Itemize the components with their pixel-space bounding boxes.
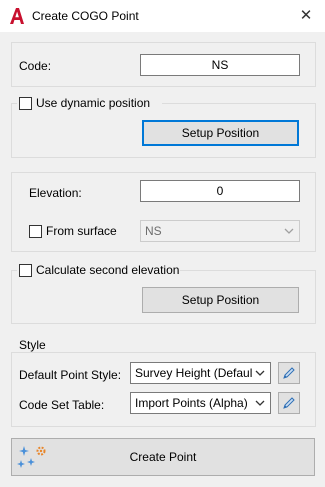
default-point-style-value: Survey Height (Default) xyxy=(135,366,252,380)
use-dynamic-position-label: Use dynamic position xyxy=(36,96,151,110)
chevron-down-icon xyxy=(253,395,267,411)
chevron-down-icon xyxy=(282,223,296,239)
create-point-label: Create Point xyxy=(129,450,197,464)
close-button[interactable]: ✕ xyxy=(292,4,320,28)
default-point-style-label: Default Point Style: xyxy=(19,368,122,382)
elevation-input[interactable]: 0 xyxy=(140,180,300,202)
pencil-icon xyxy=(283,367,295,379)
default-point-style-select[interactable]: Survey Height (Default) xyxy=(130,362,271,384)
pencil-icon xyxy=(283,397,295,409)
autocad-app-icon xyxy=(9,7,25,25)
elevation-label: Elevation: xyxy=(29,186,82,200)
setup-position-button-2[interactable]: Setup Position xyxy=(142,287,299,313)
code-label: Code: xyxy=(19,59,52,73)
edit-code-set-button[interactable] xyxy=(278,392,300,414)
code-set-table-select[interactable]: Import Points (Alpha) xyxy=(130,392,271,414)
calculate-second-elevation-label: Calculate second elevation xyxy=(36,263,180,277)
from-surface-label: From surface xyxy=(46,224,117,238)
close-icon: ✕ xyxy=(299,7,313,24)
title-bar: Create COGO Point ✕ xyxy=(0,0,325,32)
chevron-down-icon xyxy=(253,365,267,381)
code-set-table-label: Code Set Table: xyxy=(19,398,105,412)
surface-select[interactable]: NS xyxy=(140,220,300,242)
from-surface-checkbox[interactable] xyxy=(29,225,42,238)
calculate-second-elevation-checkbox[interactable] xyxy=(19,264,32,277)
code-input[interactable]: NS xyxy=(140,54,300,76)
window-title: Create COGO Point xyxy=(32,9,139,23)
edit-point-style-button[interactable] xyxy=(278,362,300,384)
surface-select-value: NS xyxy=(145,224,162,238)
setup-position-button[interactable]: Setup Position xyxy=(142,120,299,146)
code-set-table-value: Import Points (Alpha) xyxy=(135,396,248,410)
use-dynamic-position-checkbox[interactable] xyxy=(19,97,32,110)
create-point-button[interactable]: Create Point xyxy=(11,438,315,476)
style-group-label: Style xyxy=(19,338,46,352)
